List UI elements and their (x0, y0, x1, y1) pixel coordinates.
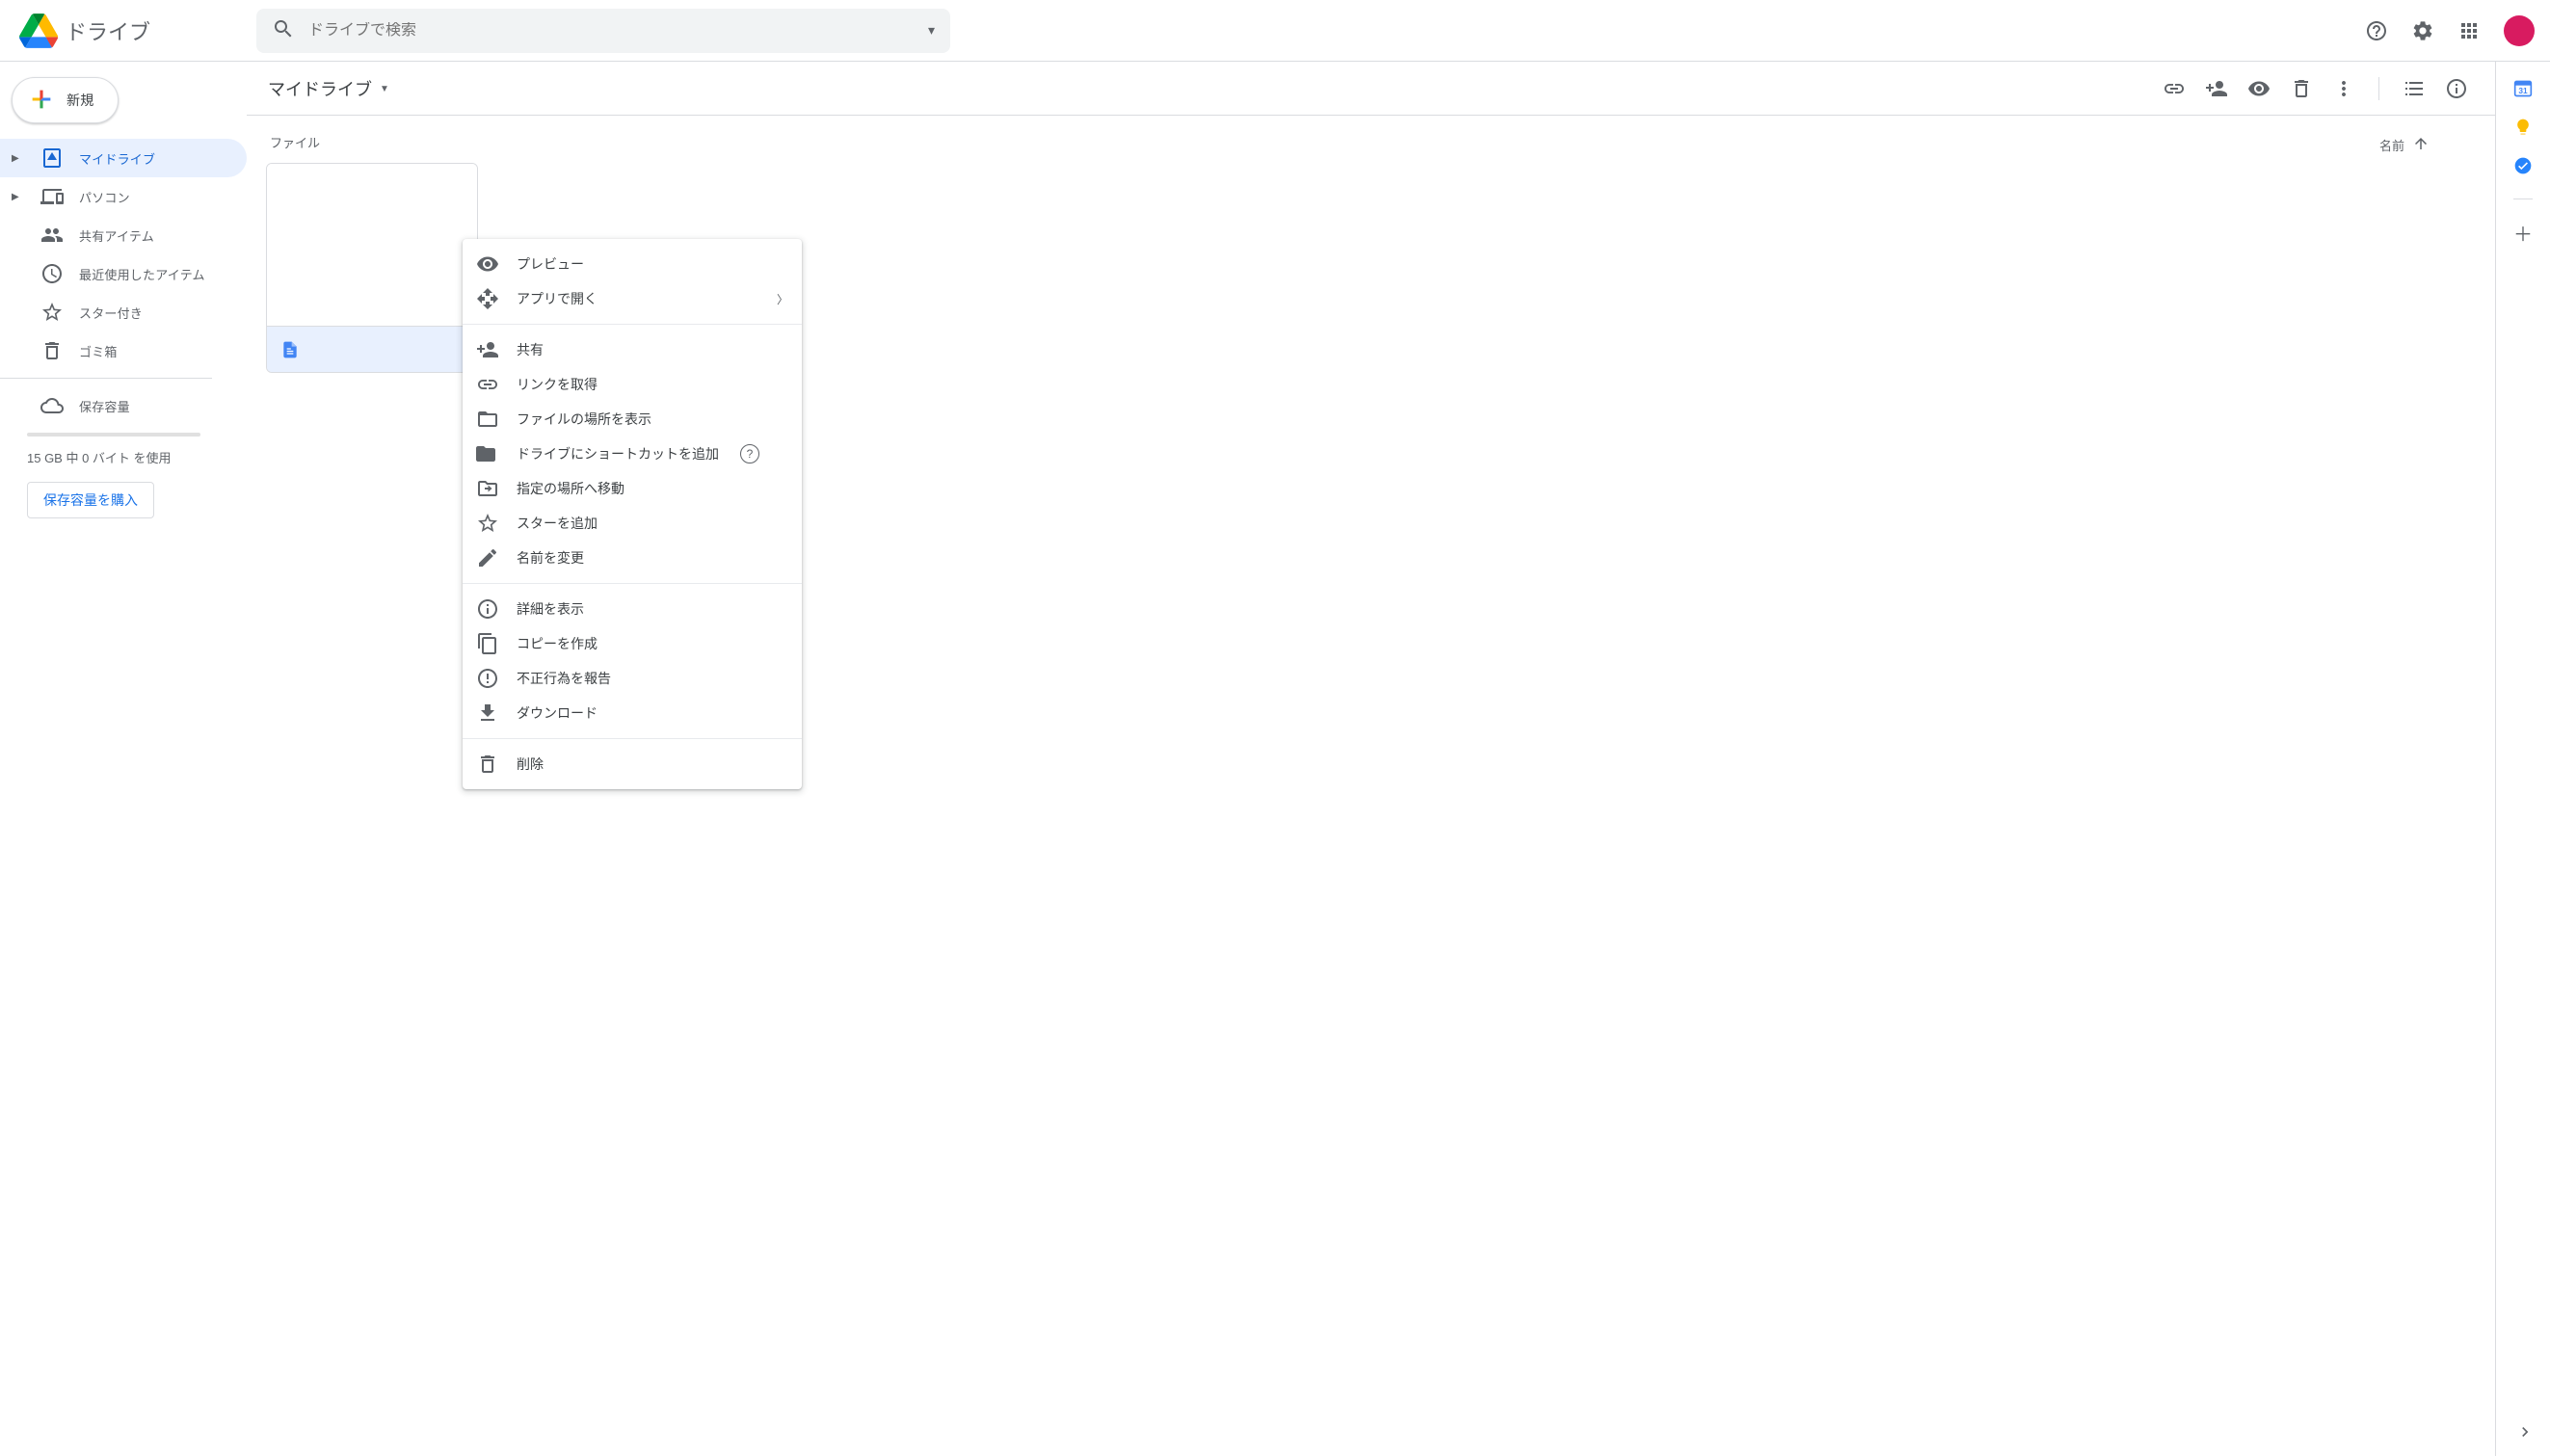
menu-item-shortcut[interactable]: ドライブにショートカットを追加? (463, 437, 802, 471)
delete-button[interactable] (2282, 69, 2321, 108)
moveto-icon (476, 477, 499, 500)
menu-item-label: アプリで開く (517, 289, 598, 308)
menu-separator (463, 583, 802, 584)
menu-item-label: 削除 (517, 754, 544, 774)
context-menu: プレビュー アプリで開く 〉 共有 リンクを取得 ファイルの場所を表示 ドライブに… (463, 239, 802, 789)
eye-icon (476, 252, 499, 276)
menu-item-download[interactable]: ダウンロード (463, 696, 802, 730)
menu-separator (463, 738, 802, 739)
get-link-button[interactable] (2155, 69, 2193, 108)
side-panel-toggle[interactable] (2515, 1422, 2535, 1444)
menu-item-star[interactable]: スターを追加 (463, 506, 802, 541)
preview-button[interactable] (2240, 69, 2278, 108)
file-thumbnail (267, 164, 477, 326)
chevron-right-icon: 〉 (777, 291, 788, 307)
share-button[interactable] (2197, 69, 2236, 108)
menu-item-label: プレビュー (517, 254, 584, 274)
list-view-button[interactable] (2395, 69, 2433, 108)
section-title: ファイル (270, 133, 320, 151)
personadd-icon (476, 338, 499, 361)
shortcut-icon (476, 442, 499, 465)
star-icon (476, 512, 499, 535)
file-card[interactable] (266, 163, 478, 373)
arrow-up-icon (2412, 135, 2430, 155)
menu-item-moveto[interactable]: 指定の場所へ移動 (463, 471, 802, 506)
menu-item-label: ファイルの場所を表示 (517, 410, 651, 429)
sort-button[interactable]: 名前 (2379, 135, 2430, 155)
menu-item-folder[interactable]: ファイルの場所を表示 (463, 402, 802, 437)
menu-item-label: ドライブにショートカットを追加 (517, 444, 719, 463)
breadcrumb[interactable]: マイドライブ ▼ (268, 76, 389, 101)
report-icon (476, 667, 499, 690)
download-icon (476, 702, 499, 725)
copy-icon (476, 632, 499, 655)
breadcrumb-label: マイドライブ (268, 76, 372, 101)
menu-item-label: 指定の場所へ移動 (517, 479, 624, 498)
menu-item-label: 名前を変更 (517, 548, 584, 568)
openwith-icon (476, 287, 499, 310)
menu-item-label: ダウンロード (517, 703, 598, 723)
menu-separator (463, 324, 802, 325)
trash-icon (476, 753, 499, 776)
menu-item-copy[interactable]: コピーを作成 (463, 626, 802, 661)
info-icon (476, 597, 499, 621)
sort-label: 名前 (2379, 136, 2404, 154)
more-actions-button[interactable] (2324, 69, 2363, 108)
menu-item-rename[interactable]: 名前を変更 (463, 541, 802, 575)
folder-icon (476, 408, 499, 431)
view-details-button[interactable] (2437, 69, 2476, 108)
link-icon (476, 373, 499, 396)
docs-icon (280, 340, 300, 359)
menu-item-eye[interactable]: プレビュー (463, 247, 802, 281)
menu-item-label: コピーを作成 (517, 634, 598, 653)
menu-item-label: 不正行為を報告 (517, 669, 611, 688)
menu-item-label: 共有 (517, 340, 544, 359)
toolbar-separator (2378, 77, 2379, 100)
menu-item-link[interactable]: リンクを取得 (463, 367, 802, 402)
help-icon[interactable]: ? (740, 444, 759, 463)
menu-item-openwith[interactable]: アプリで開く 〉 (463, 281, 802, 316)
menu-item-label: スターを追加 (517, 514, 598, 533)
menu-item-report[interactable]: 不正行為を報告 (463, 661, 802, 696)
rename-icon (476, 546, 499, 569)
menu-item-info[interactable]: 詳細を表示 (463, 592, 802, 626)
menu-item-label: 詳細を表示 (517, 599, 584, 619)
menu-item-trash[interactable]: 削除 (463, 747, 802, 781)
menu-item-personadd[interactable]: 共有 (463, 332, 802, 367)
caret-down-icon: ▼ (380, 84, 389, 94)
menu-item-label: リンクを取得 (517, 375, 598, 394)
